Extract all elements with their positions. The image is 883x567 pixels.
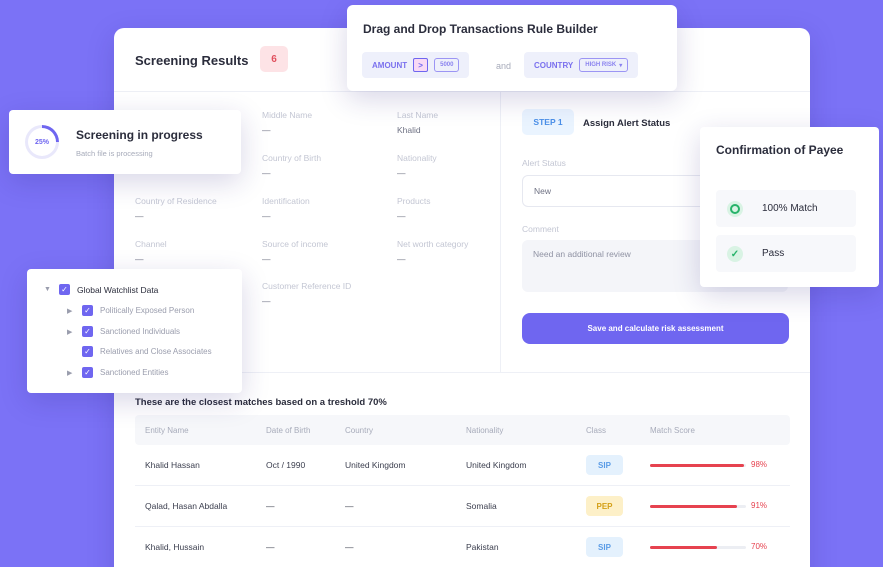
tree-item-sanctioned-entities[interactable]: ▶ ✓ Sanctioned Entities xyxy=(67,367,169,378)
table-row[interactable]: Qalad, Hasan Abdalla — — Somalia PEP 91% xyxy=(135,486,790,527)
tree-item-root[interactable]: ▼ ✓ Global Watchlist Data xyxy=(44,284,158,295)
step-title: Assign Alert Status xyxy=(583,118,671,129)
class-badge: SIP xyxy=(586,537,623,557)
column-header-country: Country xyxy=(345,426,374,435)
progress-subtitle: Batch file is processing xyxy=(76,149,153,158)
column-divider xyxy=(500,92,501,372)
field-net-worth-category: Net worth category — xyxy=(397,239,469,264)
watchlist-card: ▼ ✓ Global Watchlist Data ▶ ✓ Politicall… xyxy=(27,269,242,393)
matches-table: Entity Name Date of Birth Country Nation… xyxy=(135,415,790,567)
save-risk-assessment-button[interactable]: Save and calculate risk assessment xyxy=(522,313,789,344)
match-score-bar xyxy=(650,505,746,508)
step-chip: STEP 1 xyxy=(522,109,574,135)
field-products: Products — xyxy=(397,196,431,221)
date-of-birth: Oct / 1990 xyxy=(266,460,306,470)
match-score-value: 98% xyxy=(751,460,768,469)
progress-ring: 25% xyxy=(25,125,59,159)
alert-status-label: Alert Status xyxy=(522,158,566,168)
progress-title: Screening in progress xyxy=(76,128,203,142)
field-source-of-income: Source of income — xyxy=(262,239,329,264)
caret-right-icon[interactable]: ▶ xyxy=(67,369,75,377)
nationality: Somalia xyxy=(466,501,497,511)
country: — xyxy=(345,542,354,552)
column-header-nationality: Nationality xyxy=(466,426,504,435)
column-header-entity-name: Entity Name xyxy=(145,426,189,435)
column-header-class: Class xyxy=(586,426,607,435)
table-row[interactable]: Khalid Hassan Oct / 1990 United Kingdom … xyxy=(135,445,790,486)
field-nationality: Nationality — xyxy=(397,153,437,178)
pass-result-row: ✓ Pass xyxy=(716,235,856,272)
table-header: Entity Name Date of Birth Country Nation… xyxy=(135,415,790,445)
date-of-birth: — xyxy=(266,501,275,511)
date-of-birth: — xyxy=(266,542,275,552)
class-badge: SIP xyxy=(586,455,623,475)
checkbox-checked-icon[interactable]: ✓ xyxy=(59,284,70,295)
field-country-of-birth: Country of Birth — xyxy=(262,153,322,178)
column-header-date-of-birth: Date of Birth xyxy=(266,426,311,435)
comment-label: Comment xyxy=(522,224,559,234)
entity-name: Qalad, Hasan Abdalla xyxy=(145,501,228,511)
country-label: COUNTRY xyxy=(534,60,574,70)
nationality: United Kingdom xyxy=(466,460,527,470)
match-circle-icon xyxy=(727,201,743,217)
checkbox-checked-icon[interactable]: ✓ xyxy=(82,346,93,357)
match-score-bar xyxy=(650,464,746,467)
caret-right-icon[interactable]: ▶ xyxy=(67,328,75,336)
page-title: Screening Results xyxy=(135,53,249,68)
entity-name: Khalid Hassan xyxy=(145,460,200,470)
field-identification: Identification — xyxy=(262,196,310,221)
field-customer-reference-id: Customer Reference ID — xyxy=(262,281,352,306)
checkbox-checked-icon[interactable]: ✓ xyxy=(82,305,93,316)
chevron-down-icon: ▾ xyxy=(619,62,623,69)
results-count-badge: 6 xyxy=(260,46,288,72)
match-label: 100% Match xyxy=(762,203,818,214)
tree-item-sanctioned-individuals[interactable]: ▶ ✓ Sanctioned Individuals xyxy=(67,326,180,337)
country-value-dropdown[interactable]: HIGH RISK ▾ xyxy=(579,58,629,72)
screening-progress-card: 25% Screening in progress Batch file is … xyxy=(9,110,241,174)
amount-label: AMOUNT xyxy=(372,60,408,70)
field-channel: Channel — xyxy=(135,239,167,264)
caret-right-icon[interactable]: ▶ xyxy=(67,307,75,315)
and-connector: and xyxy=(496,61,512,71)
confirmation-payee-card: Confirmation of Payee 100% Match ✓ Pass xyxy=(700,127,879,287)
rule-builder-title: Drag and Drop Transactions Rule Builder xyxy=(363,22,598,36)
entity-name: Khalid, Hussain xyxy=(145,542,205,552)
field-country-of-residence: Country of Residence — xyxy=(135,196,217,221)
checkbox-checked-icon[interactable]: ✓ xyxy=(82,326,93,337)
match-score-value: 91% xyxy=(751,501,768,510)
class-badge: PEP xyxy=(586,496,623,516)
match-result-row: 100% Match xyxy=(716,190,856,227)
amount-rule-chip[interactable]: AMOUNT > 5000 xyxy=(362,52,470,78)
tree-item-relatives[interactable]: ✓ Relatives and Close Associates xyxy=(67,346,212,357)
field-last-name: Last Name Khalid xyxy=(397,110,439,135)
progress-percent: 25% xyxy=(28,128,56,156)
country-rule-chip[interactable]: COUNTRY HIGH RISK ▾ xyxy=(524,52,639,78)
country: United Kingdom xyxy=(345,460,406,470)
checkbox-checked-icon[interactable]: ✓ xyxy=(82,367,93,378)
field-middle-name: Middle Name — xyxy=(262,110,313,135)
confirmation-title: Confirmation of Payee xyxy=(716,143,844,157)
country: — xyxy=(345,501,354,511)
nationality: Pakistan xyxy=(466,542,499,552)
table-row[interactable]: Khalid, Hussain — — Pakistan SIP 70% xyxy=(135,527,790,567)
pass-label: Pass xyxy=(762,248,785,259)
matches-title: These are the closest matches based on a… xyxy=(135,397,387,408)
amount-value-box[interactable]: 5000 xyxy=(434,58,460,72)
operator-box[interactable]: > xyxy=(413,58,429,72)
caret-down-icon[interactable]: ▼ xyxy=(44,286,52,293)
match-score-value: 70% xyxy=(751,542,768,551)
match-score-bar xyxy=(650,546,746,549)
rule-builder-card: Drag and Drop Transactions Rule Builder … xyxy=(347,5,677,91)
check-icon: ✓ xyxy=(727,246,743,262)
tree-item-politically-exposed[interactable]: ▶ ✓ Politically Exposed Person xyxy=(67,305,194,316)
column-header-match-score: Match Score xyxy=(650,426,695,435)
